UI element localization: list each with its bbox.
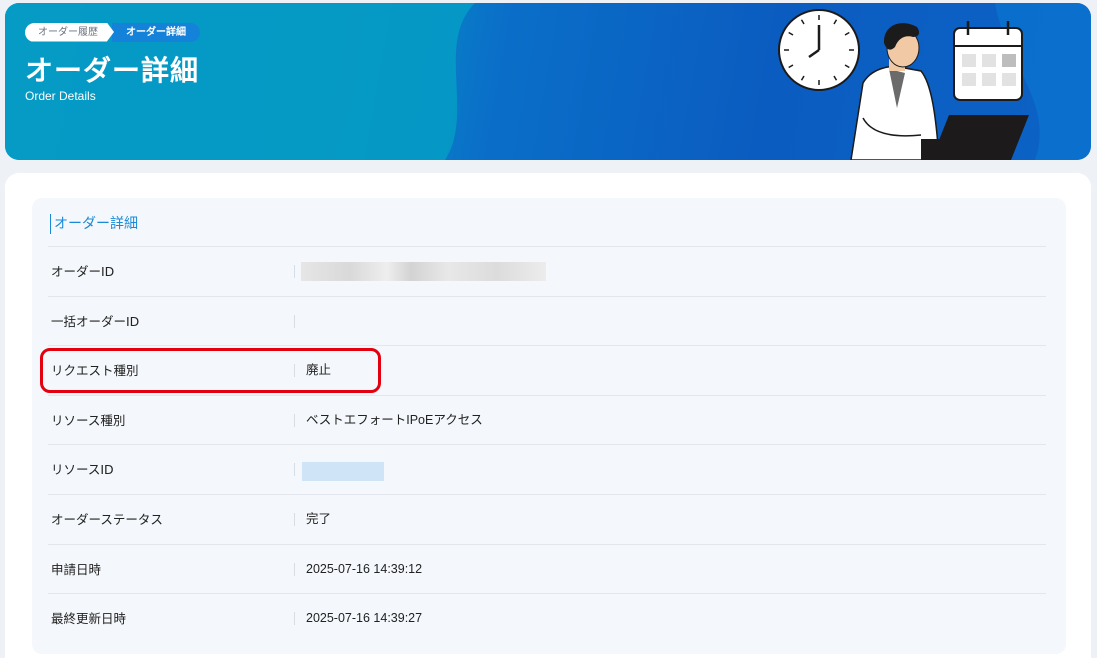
detail-label: リソース種別 xyxy=(51,412,126,428)
divider xyxy=(294,512,295,526)
detail-label: オーダーステータス xyxy=(51,511,163,527)
detail-value: ベストエフォートIPoEアクセス xyxy=(306,412,483,427)
divider xyxy=(294,314,295,328)
breadcrumb-item-order-history[interactable]: オーダー履歴 xyxy=(25,22,114,42)
detail-label: 一括オーダーID xyxy=(51,313,140,329)
detail-row-updated-at: 最終更新日時 2025-07-16 14:39:27 xyxy=(48,593,1046,643)
detail-row-order-status: オーダーステータス 完了 xyxy=(48,493,1046,544)
divider xyxy=(294,562,295,576)
detail-label: リソースID xyxy=(51,462,114,478)
page-subtitle: Order Details xyxy=(25,89,96,103)
divider xyxy=(294,265,295,278)
detail-value: 完了 xyxy=(306,511,332,526)
breadcrumb: オーダー履歴 オーダー詳細 xyxy=(25,22,200,42)
detail-row-order-id: オーダーID xyxy=(48,246,1046,296)
page-title: オーダー詳細 xyxy=(25,54,200,87)
main-card: オーダー詳細 オーダーID 一括オーダーID リクエスト種別 廃止 リソース種別… xyxy=(5,173,1091,658)
details-list: オーダーID 一括オーダーID リクエスト種別 廃止 リソース種別 ベストエフォ… xyxy=(40,246,1046,643)
page: オーダー履歴 オーダー詳細 オーダー詳細 Order Details オーダー詳… xyxy=(0,0,1097,658)
detail-label: 申請日時 xyxy=(51,561,102,577)
divider xyxy=(294,463,295,477)
header-banner: オーダー履歴 オーダー詳細 オーダー詳細 Order Details xyxy=(5,3,1091,160)
detail-row-resource-type: リソース種別 ベストエフォートIPoEアクセス xyxy=(48,394,1046,445)
redacted-order-id xyxy=(301,262,546,281)
divider xyxy=(294,364,295,378)
divider xyxy=(294,612,295,626)
order-details-panel: オーダー詳細 オーダーID 一括オーダーID リクエスト種別 廃止 リソース種別… xyxy=(32,198,1066,654)
detail-value: 2025-07-16 14:39:27 xyxy=(306,611,423,626)
section-heading: オーダー詳細 xyxy=(50,214,138,234)
detail-label: リクエスト種別 xyxy=(51,363,139,379)
detail-label: オーダーID xyxy=(51,264,115,279)
detail-row-request-type: リクエスト種別 廃止 xyxy=(40,345,1046,395)
detail-value: 廃止 xyxy=(306,363,332,378)
detail-label: 最終更新日時 xyxy=(51,611,127,627)
breadcrumb-item-order-details: オーダー詳細 xyxy=(112,22,200,42)
calendar-icon xyxy=(953,21,1023,101)
redacted-resource-id-link[interactable] xyxy=(302,462,384,482)
detail-value: 2025-07-16 14:39:12 xyxy=(306,561,423,576)
detail-row-bulk-order-id: 一括オーダーID xyxy=(48,295,1046,346)
clock-icon xyxy=(778,9,860,91)
detail-row-resource-id: リソースID xyxy=(48,444,1046,494)
divider xyxy=(294,413,295,427)
header-illustration xyxy=(778,9,1029,160)
detail-row-requested-at: 申請日時 2025-07-16 14:39:12 xyxy=(48,543,1046,594)
